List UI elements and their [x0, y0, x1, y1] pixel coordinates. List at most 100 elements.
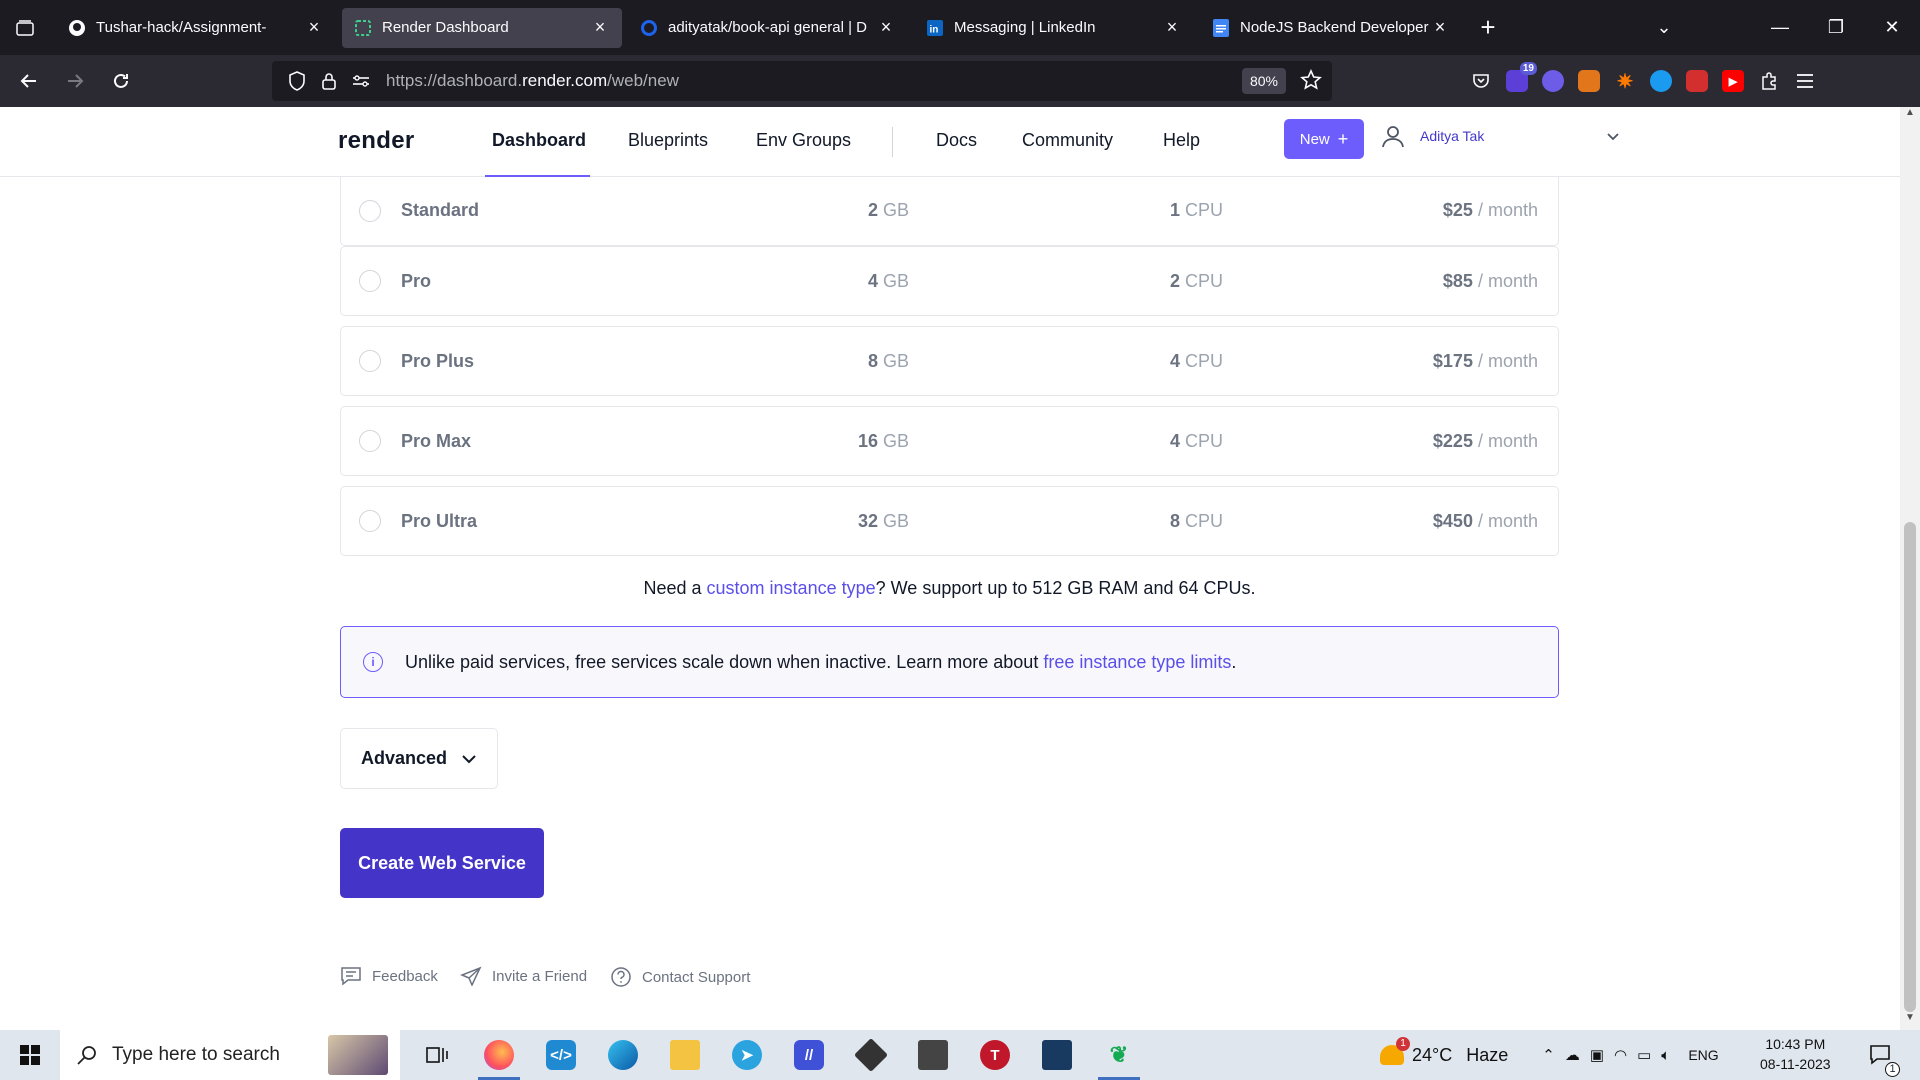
nav-community[interactable]: Community	[1022, 130, 1113, 151]
scroll-up-arrow[interactable]: ▲	[1900, 107, 1920, 125]
user-avatar-icon	[1382, 126, 1404, 148]
windows-taskbar: Type here to search </> ➤ // T ❦ 1 24°C …	[0, 1030, 1920, 1080]
volume-icon[interactable]: 🔈︎	[1661, 1047, 1670, 1064]
start-button[interactable]	[0, 1030, 60, 1080]
file-explorer-taskbar-button[interactable]	[654, 1030, 716, 1080]
create-web-service-button[interactable]: Create Web Service	[340, 828, 544, 898]
custom-instance-type-link[interactable]: custom instance type	[707, 578, 876, 598]
language-indicator[interactable]: ENG	[1688, 1047, 1718, 1063]
plan-row-pro-plus[interactable]: Pro Plus 8 GB 4 CPU $175 / month	[340, 326, 1559, 396]
browser-nav-bar: https://dashboard.render.com/web/new 80%…	[0, 55, 1920, 107]
cloud-sync-icon[interactable]: ☁	[1565, 1046, 1580, 1064]
user-menu[interactable]: Aditya Tak	[1380, 123, 1484, 149]
cube-icon	[854, 1038, 888, 1072]
plan-radio[interactable]	[359, 430, 381, 452]
vscode-taskbar-button[interactable]: </>	[530, 1030, 592, 1080]
device-icon[interactable]: ▣	[1590, 1046, 1604, 1064]
extension-shield-icon[interactable]: 19	[1506, 62, 1537, 92]
taskbar-search[interactable]: Type here to search	[60, 1030, 400, 1080]
scroll-down-arrow[interactable]: ▼	[1900, 1012, 1920, 1030]
telegram-taskbar-button[interactable]: ➤	[716, 1030, 778, 1080]
minimize-button[interactable]: —	[1752, 17, 1808, 38]
tab-list-button[interactable]	[0, 0, 50, 55]
plan-row-pro-ultra[interactable]: Pro Ultra 32 GB 8 CPU $450 / month	[340, 486, 1559, 556]
new-tab-button[interactable]: +	[1468, 8, 1508, 48]
scroll-thumb[interactable]	[1904, 522, 1916, 1012]
cpu-unit: CPU	[1184, 510, 1223, 531]
app-gray-taskbar-button[interactable]	[902, 1030, 964, 1080]
advanced-toggle-button[interactable]: Advanced	[340, 728, 498, 789]
pocket-icon[interactable]	[1470, 70, 1492, 92]
extension-blue-icon[interactable]	[1650, 70, 1672, 92]
browser-tab-render[interactable]: Render Dashboard ×	[342, 7, 622, 48]
battery-icon[interactable]: ▭	[1637, 1046, 1651, 1064]
tracking-protection-icon[interactable]	[284, 71, 310, 91]
feedback-link[interactable]: Feedback	[340, 966, 438, 986]
menu-hamburger-icon[interactable]	[1794, 70, 1816, 92]
plan-radio[interactable]	[359, 350, 381, 372]
browser-tab-docs[interactable]: NodeJS Backend Developer Ch ×	[1200, 8, 1462, 48]
edge-taskbar-button[interactable]	[592, 1030, 654, 1080]
plan-ram: 32 GB	[858, 511, 909, 532]
forward-button[interactable]	[52, 61, 98, 101]
taskbar-clock[interactable]: 10:43 PM 08-11-2023	[1760, 1034, 1831, 1074]
back-button[interactable]	[6, 61, 52, 101]
unity-taskbar-button[interactable]	[840, 1030, 902, 1080]
wifi-icon[interactable]: ◠	[1614, 1046, 1627, 1064]
notification-center-button[interactable]: 1	[1868, 1042, 1900, 1077]
bookmark-star-icon[interactable]	[1300, 69, 1322, 96]
plan-row-pro-max[interactable]: Pro Max 16 GB 4 CPU $225 / month	[340, 406, 1559, 476]
tab-close-button[interactable]: ×	[590, 17, 610, 38]
permissions-icon[interactable]	[348, 74, 374, 88]
tab-close-button[interactable]: ×	[1430, 17, 1450, 38]
app-red-taskbar-button[interactable]: T	[964, 1030, 1026, 1080]
browser-tab-linkedin[interactable]: in Messaging | LinkedIn ×	[914, 8, 1194, 48]
lock-icon[interactable]	[316, 72, 342, 90]
extensions-puzzle-icon[interactable]	[1758, 70, 1780, 92]
app-blue-taskbar-button[interactable]: //	[778, 1030, 840, 1080]
close-window-button[interactable]: ✕	[1864, 17, 1920, 38]
reload-icon	[114, 73, 128, 88]
plan-row-pro[interactable]: Pro 4 GB 2 CPU $85 / month	[340, 246, 1559, 316]
browser-tab-docker[interactable]: adityatak/book-api general | D ×	[628, 8, 908, 48]
zoom-level-button[interactable]: 80%	[1241, 68, 1286, 94]
firefox-taskbar-button[interactable]	[468, 1030, 530, 1080]
telegram-icon: ➤	[732, 1040, 762, 1070]
weather-widget[interactable]: 1 24°C Haze	[1380, 1037, 1508, 1066]
mongodb-taskbar-button[interactable]: ❦	[1088, 1030, 1150, 1080]
extension-red-pen-icon[interactable]	[1686, 70, 1708, 92]
reload-button[interactable]	[98, 61, 144, 101]
restore-button[interactable]: ❐	[1808, 17, 1864, 38]
new-button[interactable]: New +	[1284, 119, 1364, 159]
extension-spark-icon[interactable]: ✷	[1614, 70, 1636, 93]
nav-docs[interactable]: Docs	[936, 130, 977, 151]
youtube-extension-icon[interactable]: ▶	[1722, 70, 1744, 92]
browser-tab-github[interactable]: Tushar-hack/Assignment- ×	[56, 8, 336, 48]
virtualbox-taskbar-button[interactable]	[1026, 1030, 1088, 1080]
metamask-fox-icon[interactable]	[1578, 70, 1600, 92]
svg-text:in: in	[930, 24, 939, 35]
list-all-tabs-button[interactable]: ⌄	[1636, 17, 1692, 38]
page-scrollbar[interactable]: ▲ ▼	[1900, 107, 1920, 1030]
nav-env-groups[interactable]: Env Groups	[756, 130, 851, 151]
address-bar[interactable]: https://dashboard.render.com/web/new 80%	[272, 61, 1332, 101]
plan-radio[interactable]	[359, 199, 381, 222]
extension-chat-icon[interactable]	[1542, 70, 1564, 92]
plan-radio[interactable]	[359, 510, 381, 532]
tab-close-button[interactable]: ×	[304, 17, 324, 38]
show-hidden-icons-chevron[interactable]: ⌃	[1542, 1046, 1555, 1064]
tab-close-button[interactable]: ×	[876, 17, 896, 38]
extension-badge: 19	[1519, 62, 1537, 75]
render-logo[interactable]: render	[338, 127, 415, 155]
chevron-down-icon[interactable]	[1606, 129, 1620, 147]
task-view-button[interactable]	[406, 1030, 468, 1080]
plan-radio[interactable]	[359, 270, 381, 292]
invite-friend-link[interactable]: Invite a Friend	[460, 966, 587, 986]
nav-help[interactable]: Help	[1163, 130, 1200, 151]
free-instance-limits-link[interactable]: free instance type limits	[1043, 652, 1231, 672]
tab-close-button[interactable]: ×	[1162, 17, 1182, 38]
nav-blueprints[interactable]: Blueprints	[628, 130, 708, 151]
plan-row-standard[interactable]: Standard 2 GB 1 CPU $25 / month	[340, 176, 1559, 246]
contact-support-link[interactable]: Contact Support	[610, 966, 750, 988]
nav-dashboard[interactable]: Dashboard	[492, 130, 586, 151]
